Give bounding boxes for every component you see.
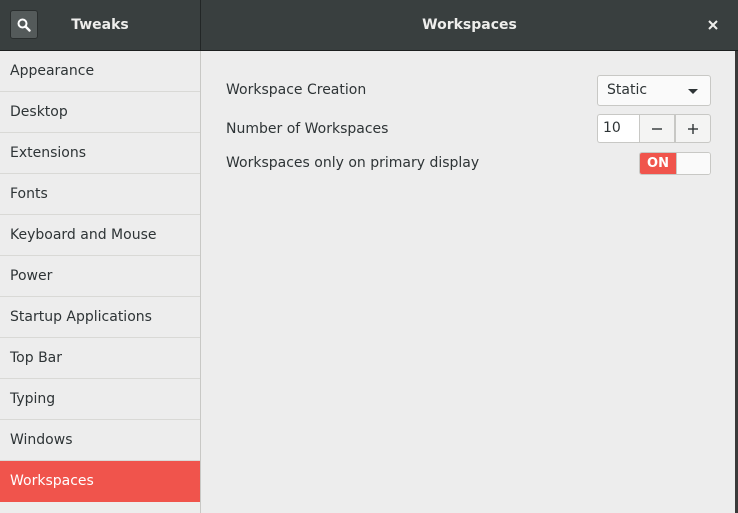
number-of-workspaces-label: Number of Workspaces (226, 121, 389, 137)
sidebar: Appearance Desktop Extensions Fonts Keyb… (0, 51, 200, 513)
settings-panel: Workspace Creation Static Number of Work… (201, 51, 738, 513)
primary-display-switch[interactable]: ON (639, 152, 711, 175)
plus-icon (688, 123, 698, 134)
close-button[interactable] (700, 12, 726, 38)
minus-icon (652, 127, 662, 130)
workspace-creation-label: Workspace Creation (226, 82, 367, 98)
headerbar: Tweaks Workspaces (0, 0, 738, 51)
sidebar-item-startup-applications[interactable]: Startup Applications (0, 297, 200, 338)
sidebar-item-top-bar[interactable]: Top Bar (0, 338, 200, 379)
sidebar-item-appearance[interactable]: Appearance (0, 51, 200, 92)
close-icon (708, 20, 718, 30)
switch-on-label: ON (640, 153, 676, 174)
page-title: Workspaces (422, 17, 517, 33)
sidebar-item-workspaces[interactable]: Workspaces (0, 461, 200, 502)
sidebar-item-windows[interactable]: Windows (0, 420, 200, 461)
sidebar-item-typing[interactable]: Typing (0, 379, 200, 420)
sidebar-item-keyboard-and-mouse[interactable]: Keyboard and Mouse (0, 215, 200, 256)
primary-display-label: Workspaces only on primary display (226, 155, 480, 171)
sidebar-item-desktop[interactable]: Desktop (0, 92, 200, 133)
sidebar-item-fonts[interactable]: Fonts (0, 174, 200, 215)
workspaces-count-spinbutton: 10 (597, 114, 711, 143)
increment-button[interactable] (675, 114, 711, 143)
app-title: Tweaks (71, 17, 129, 33)
headerbar-left: Tweaks (0, 0, 200, 50)
workspace-creation-value: Static (607, 82, 648, 98)
dropdown-arrow-icon (688, 89, 698, 94)
workspaces-count-input[interactable]: 10 (597, 114, 639, 143)
search-button[interactable] (10, 10, 38, 39)
decrement-button[interactable] (639, 114, 675, 143)
switch-knob[interactable] (676, 153, 710, 174)
search-icon (17, 18, 31, 32)
workspace-creation-dropdown[interactable]: Static (597, 75, 711, 106)
sidebar-item-extensions[interactable]: Extensions (0, 133, 200, 174)
sidebar-item-power[interactable]: Power (0, 256, 200, 297)
